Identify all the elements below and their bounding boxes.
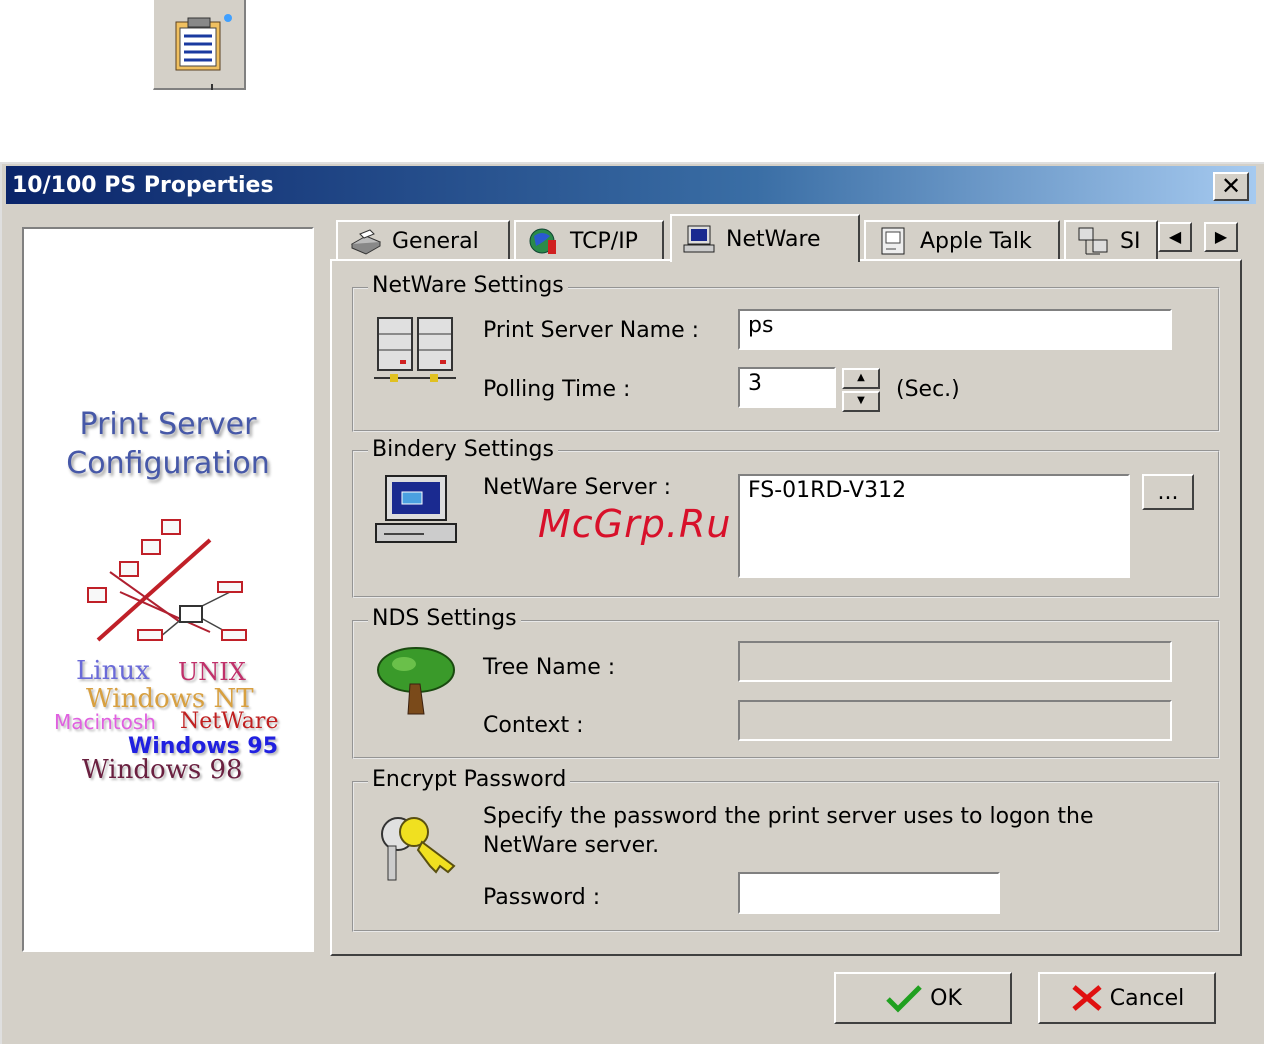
network-icon bbox=[1078, 227, 1108, 255]
polling-unit-label: (Sec.) bbox=[896, 377, 960, 402]
keys-icon bbox=[381, 817, 456, 881]
side-title-line1: Print Server bbox=[79, 407, 257, 442]
print-server-name-label: Print Server Name : bbox=[483, 318, 700, 343]
computer-icon bbox=[683, 225, 715, 253]
window-title: 10/100 PS Properties bbox=[12, 173, 274, 198]
cancel-button-label: Cancel bbox=[1109, 985, 1185, 1011]
nds-settings-legend: NDS Settings bbox=[368, 606, 521, 631]
tab-netware[interactable]: NetWare bbox=[670, 214, 860, 262]
tab-general-label: General bbox=[392, 228, 479, 254]
clipboard-list-icon bbox=[175, 14, 232, 90]
side-title-line2: Configuration bbox=[66, 446, 270, 481]
password-input[interactable] bbox=[738, 872, 1000, 914]
globe-icon bbox=[529, 228, 556, 254]
encrypt-password-description: Specify the password the print server us… bbox=[483, 804, 1094, 858]
context-input[interactable] bbox=[738, 700, 1172, 741]
password-label: Password : bbox=[483, 885, 601, 910]
os-windows-98: Windows 98 bbox=[82, 755, 243, 785]
properties-toolbar-button[interactable] bbox=[153, 0, 246, 90]
netware-settings-legend: NetWare Settings bbox=[368, 273, 568, 298]
servers-icon bbox=[374, 317, 456, 382]
tree-icon bbox=[377, 647, 455, 715]
cancel-button[interactable]: Cancel bbox=[1038, 972, 1216, 1024]
tree-name-label: Tree Name : bbox=[483, 655, 616, 680]
os-unix: UNIX bbox=[178, 658, 246, 686]
browse-server-button[interactable]: ... bbox=[1142, 474, 1194, 510]
tab-general[interactable]: General bbox=[336, 220, 510, 260]
context-label: Context : bbox=[483, 713, 584, 738]
netware-server-list[interactable]: FS-01RD-V312 bbox=[738, 474, 1130, 578]
close-button[interactable]: ✕ bbox=[1213, 172, 1249, 201]
checkmark-icon bbox=[886, 985, 922, 1013]
printer-icon bbox=[350, 229, 382, 255]
red-x-icon bbox=[1072, 985, 1102, 1011]
tab-scroll-left-button[interactable]: ◀ bbox=[1158, 222, 1192, 252]
os-netware: NetWare bbox=[180, 709, 279, 734]
ok-button[interactable]: OK bbox=[834, 972, 1012, 1024]
netware-server-label: NetWare Server : bbox=[483, 475, 672, 500]
watermark-text: McGrp.Ru bbox=[538, 502, 732, 546]
bindery-settings-legend: Bindery Settings bbox=[368, 437, 558, 462]
polling-time-down-button[interactable]: ▼ bbox=[842, 391, 880, 412]
ok-button-label: OK bbox=[930, 985, 962, 1011]
mac-icon bbox=[881, 227, 905, 255]
polling-time-up-button[interactable]: ▲ bbox=[842, 368, 880, 389]
tab-status-label: SI bbox=[1120, 228, 1141, 254]
tab-netware-label: NetWare bbox=[726, 226, 821, 252]
tab-tcpip[interactable]: TCP/IP bbox=[514, 220, 664, 260]
tab-apple-talk[interactable]: Apple Talk bbox=[864, 220, 1060, 260]
workstation-icon bbox=[375, 475, 457, 543]
tab-tcpip-label: TCP/IP bbox=[570, 228, 638, 254]
print-server-name-input[interactable]: ps bbox=[738, 309, 1172, 350]
polling-time-input[interactable]: 3 bbox=[738, 367, 836, 408]
polling-time-label: Polling Time : bbox=[483, 377, 631, 402]
os-macintosh: Macintosh bbox=[54, 710, 156, 734]
tree-name-input[interactable] bbox=[738, 641, 1172, 682]
network-diagram-icon bbox=[87, 519, 247, 642]
os-linux: Linux bbox=[76, 656, 150, 686]
tab-scroll-right-button[interactable]: ▶ bbox=[1204, 222, 1238, 252]
encrypt-password-legend: Encrypt Password bbox=[368, 767, 571, 792]
tab-apple-talk-label: Apple Talk bbox=[920, 228, 1032, 254]
side-banner-title: Print Server Configuration bbox=[22, 405, 314, 483]
tab-status[interactable]: SI bbox=[1064, 220, 1158, 260]
